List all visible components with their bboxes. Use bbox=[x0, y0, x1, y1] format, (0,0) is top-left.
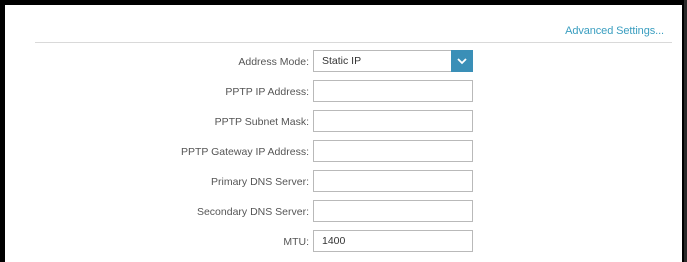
pptp-ip-address-label: PPTP IP Address: bbox=[225, 86, 309, 98]
pptp-subnet-mask-input[interactable] bbox=[313, 110, 473, 132]
primary-dns-server-row: Primary DNS Server: bbox=[5, 170, 687, 194]
pptp-gateway-ip-address-label: PPTP Gateway IP Address: bbox=[180, 146, 309, 158]
secondary-dns-server-row: Secondary DNS Server: bbox=[5, 200, 687, 224]
pptp-ip-address-input[interactable] bbox=[313, 80, 473, 102]
mtu-input[interactable] bbox=[313, 230, 473, 252]
address-mode-select[interactable]: Static IP bbox=[313, 50, 473, 72]
secondary-dns-server-input[interactable] bbox=[313, 200, 473, 222]
chevron-down-icon bbox=[457, 57, 467, 64]
header-divider bbox=[35, 42, 672, 43]
address-mode-dropdown-button[interactable] bbox=[451, 50, 473, 72]
pptp-subnet-mask-row: PPTP Subnet Mask: bbox=[5, 110, 687, 134]
settings-panel: Advanced Settings... Address Mode: Stati… bbox=[0, 0, 687, 262]
primary-dns-server-input[interactable] bbox=[313, 170, 473, 192]
pptp-gateway-ip-address-row: PPTP Gateway IP Address: bbox=[5, 140, 687, 164]
pptp-gateway-ip-address-input[interactable] bbox=[313, 140, 473, 162]
pptp-ip-address-row: PPTP IP Address: bbox=[5, 80, 687, 104]
mtu-label: MTU: bbox=[283, 236, 309, 248]
primary-dns-server-label: Primary DNS Server: bbox=[210, 176, 309, 188]
address-mode-label: Address Mode: bbox=[238, 56, 309, 68]
mtu-row: MTU: bbox=[5, 230, 687, 254]
address-mode-value: Static IP bbox=[322, 55, 362, 67]
pptp-subnet-mask-label: PPTP Subnet Mask: bbox=[214, 116, 309, 128]
address-mode-row: Address Mode: Static IP bbox=[5, 50, 687, 74]
advanced-settings-link[interactable]: Advanced Settings... bbox=[565, 25, 664, 37]
secondary-dns-server-label: Secondary DNS Server: bbox=[196, 206, 309, 218]
